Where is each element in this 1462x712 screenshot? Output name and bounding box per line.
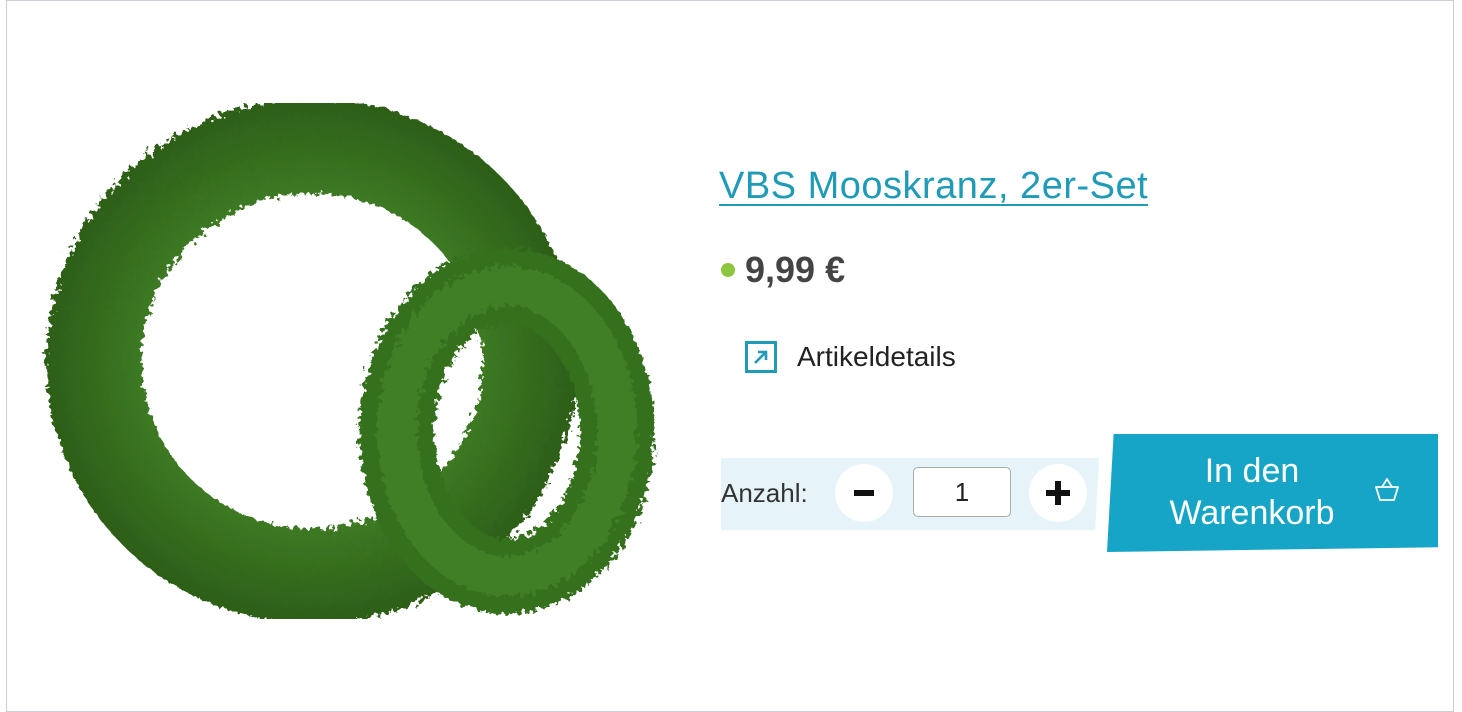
quantity-panel: Anzahl:: [721, 458, 1099, 530]
price-row: 9,99 €: [721, 249, 845, 291]
quantity-increase-button[interactable]: [1029, 464, 1087, 522]
add-to-cart-label: In den Warenkorb: [1169, 452, 1335, 532]
basket-icon: [1375, 478, 1399, 501]
article-details-link[interactable]: Artikeldetails: [745, 341, 956, 373]
product-price: 9,99 €: [745, 249, 846, 290]
external-arrow-icon: [745, 341, 777, 373]
product-title-link[interactable]: VBS Mooskranz, 2er-Set: [719, 165, 1148, 208]
quantity-label: Anzahl:: [721, 478, 808, 508]
add-to-cart-button[interactable]: In den Warenkorb: [1107, 434, 1438, 552]
article-details-label: Artikeldetails: [797, 341, 956, 372]
quantity-input[interactable]: [913, 467, 1011, 517]
product-image[interactable]: [27, 61, 707, 651]
availability-dot-icon: [721, 263, 735, 277]
plus-icon: [1046, 481, 1070, 505]
minus-icon: [854, 490, 874, 496]
quantity-decrease-button[interactable]: [835, 464, 893, 522]
product-card: VBS Mooskranz, 2er-Set 9,99 € Artikeldet…: [6, 0, 1454, 712]
